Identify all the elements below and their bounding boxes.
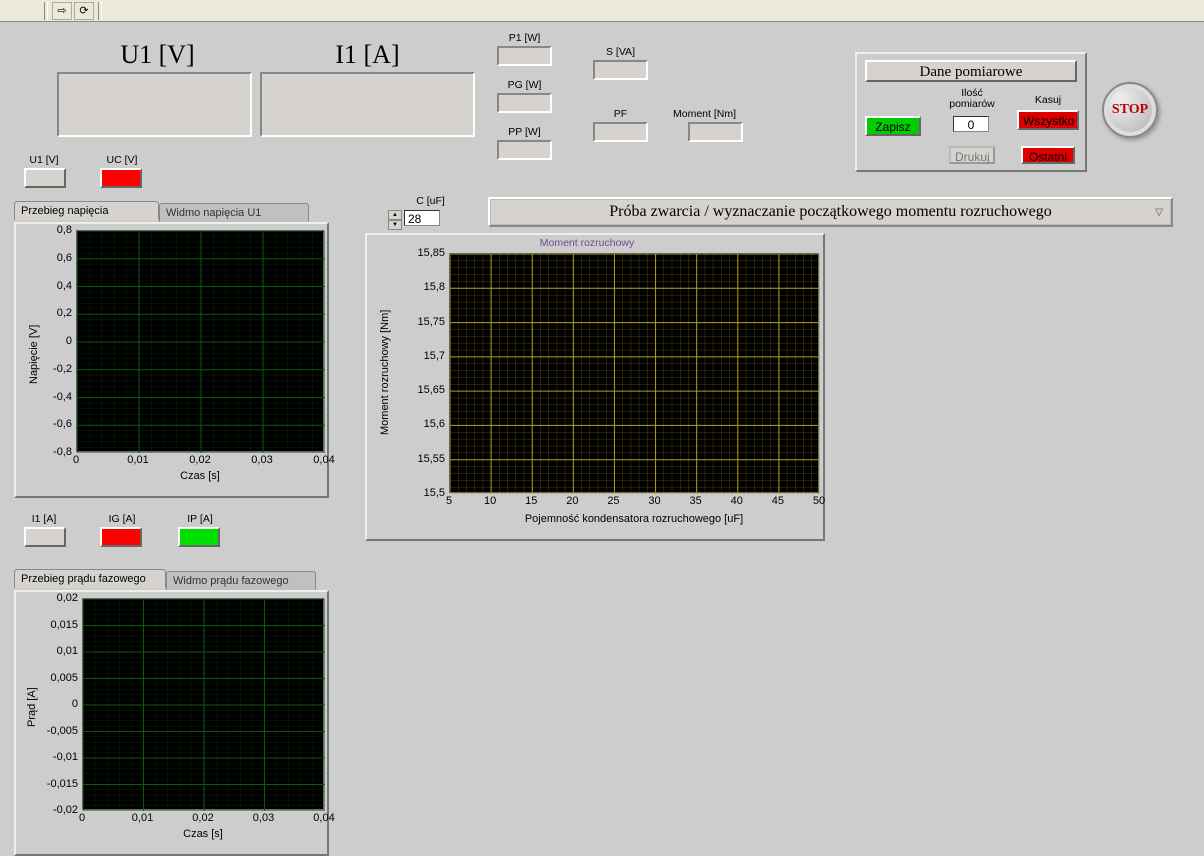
moment-chart-title: Moment rozruchowy xyxy=(487,237,687,249)
moment-chart-plot[interactable] xyxy=(449,253,819,493)
pf-value xyxy=(593,122,648,142)
spinner-up-icon[interactable]: ▲ xyxy=(388,210,402,220)
current-chart-xlabel: Czas [s] xyxy=(82,828,324,840)
toolbar-separator xyxy=(98,2,102,20)
toolbar-separator xyxy=(44,2,48,20)
wszystko-button[interactable]: Wszystko xyxy=(1017,110,1079,130)
u1-label: U1 [V] xyxy=(70,40,245,70)
app-toolbar: ⇨ ⟳ xyxy=(0,0,1204,22)
pg-value xyxy=(497,93,552,113)
pp-label: PP [W] xyxy=(497,126,552,138)
i1-label: I1 [A] xyxy=(270,40,465,70)
mode-dropdown-label: Próba zwarcia / wyznaczanie początkowego… xyxy=(609,203,1051,221)
ostatni-button[interactable]: Ostatni xyxy=(1021,146,1075,164)
pg-label: PG [W] xyxy=(497,79,552,91)
s-value xyxy=(593,60,648,80)
moment-label: Moment [Nm] xyxy=(662,108,747,120)
s-label: S [VA] xyxy=(593,46,648,58)
pf-label: PF xyxy=(593,108,648,120)
ilosc-pomiarow-label: Ilość pomiarów xyxy=(941,88,1003,110)
uc-indicator xyxy=(100,168,142,188)
current-tabs: Przebieg prądu fazowego Widmo prądu fazo… xyxy=(14,569,316,588)
ig-indicator-label: IG [A] xyxy=(97,513,147,525)
c-value[interactable]: 28 xyxy=(404,210,440,226)
drukuj-button[interactable]: Drukuj xyxy=(949,146,995,164)
c-spinner[interactable]: ▲▼ xyxy=(388,210,402,230)
u1-indicator-label: U1 [V] xyxy=(19,154,69,166)
moment-chart-panel: Moment rozruchowy Moment rozruchowy [Nm]… xyxy=(365,233,825,541)
measurements-title-button[interactable]: Dane pomiarowe xyxy=(865,60,1077,82)
moment-value xyxy=(688,122,743,142)
mode-dropdown[interactable]: Próba zwarcia / wyznaczanie początkowego… xyxy=(488,197,1173,227)
voltage-chart-panel: Napięcie [V] Czas [s] 0,80,60,40,20-0,2-… xyxy=(14,222,329,498)
i1-indicator xyxy=(24,527,66,547)
run-loop-button[interactable]: ⟳ xyxy=(74,2,94,20)
uc-indicator-label: UC [V] xyxy=(97,154,147,166)
ilosc-pomiarow-value: 0 xyxy=(953,116,989,132)
current-tab-waveform[interactable]: Przebieg prądu fazowego xyxy=(14,569,166,588)
current-chart-plot[interactable] xyxy=(82,598,324,810)
i1-display xyxy=(260,72,475,137)
c-label: C [uF] xyxy=(403,195,458,207)
voltage-tabs: Przebieg napięcia Widmo napięcia U1 xyxy=(14,201,309,220)
measurements-panel: Dane pomiarowe Zapisz Ilość pomiarów 0 D… xyxy=(855,52,1087,172)
spinner-down-icon[interactable]: ▼ xyxy=(388,220,402,230)
p1-value xyxy=(497,46,552,66)
ip-indicator xyxy=(178,527,220,547)
voltage-chart-plot[interactable] xyxy=(76,230,324,452)
current-tab-spectrum[interactable]: Widmo prądu fazowego xyxy=(166,571,316,590)
run-button[interactable]: ⇨ xyxy=(52,2,72,20)
voltage-chart-ylabel: Napięcie [V] xyxy=(28,325,40,384)
moment-chart-xlabel: Pojemność kondensatora rozruchowego [uF] xyxy=(449,513,819,525)
i1-indicator-label: I1 [A] xyxy=(19,513,69,525)
ig-indicator xyxy=(100,527,142,547)
ip-indicator-label: IP [A] xyxy=(175,513,225,525)
moment-chart-ylabel: Moment rozruchowy [Nm] xyxy=(379,310,391,435)
voltage-chart-xlabel: Czas [s] xyxy=(76,470,324,482)
zapisz-button[interactable]: Zapisz xyxy=(865,116,921,136)
stop-button[interactable]: STOP xyxy=(1102,82,1158,138)
p1-label: P1 [W] xyxy=(497,32,552,44)
u1-indicator xyxy=(24,168,66,188)
u1-display xyxy=(57,72,252,137)
voltage-tab-waveform[interactable]: Przebieg napięcia xyxy=(14,201,159,220)
voltage-tab-spectrum[interactable]: Widmo napięcia U1 xyxy=(159,203,309,222)
chevron-down-icon: ▽ xyxy=(1155,207,1163,218)
current-chart-panel: Prąd [A] Czas [s] 0,020,0150,010,0050-0,… xyxy=(14,590,329,856)
pp-value xyxy=(497,140,552,160)
kasuj-label: Kasuj xyxy=(1017,94,1079,106)
